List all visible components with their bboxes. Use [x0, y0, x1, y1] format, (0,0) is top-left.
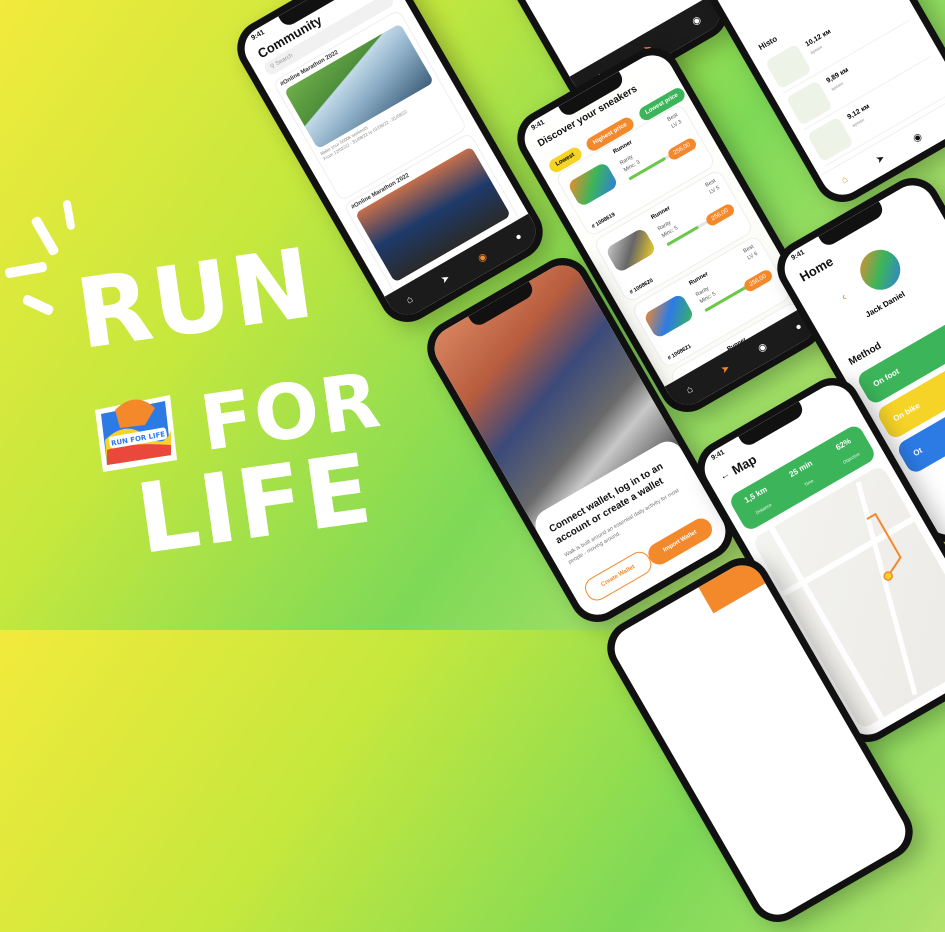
stat-time-value: 25 min — [787, 458, 814, 479]
price-button[interactable]: 256,00 — [703, 202, 737, 228]
stat-distance-value: 1,5 km — [742, 484, 769, 505]
import-wallet-button[interactable]: Import Wallet — [644, 514, 716, 569]
page-title: Home — [797, 253, 836, 285]
history-sub: время — [809, 44, 824, 56]
price-button[interactable]: 256,00 — [741, 268, 775, 294]
stat-time-label: Time — [803, 477, 815, 487]
status-time: 9:41 — [710, 448, 726, 462]
status-time: 9:41 — [790, 248, 806, 262]
sneaker-avatar — [852, 242, 908, 298]
status-time: 9:41 — [530, 118, 546, 132]
chevron-left-icon[interactable]: ‹ — [839, 290, 849, 304]
basketball-icon[interactable]: ◉ — [756, 341, 769, 355]
burst-ray — [62, 199, 76, 231]
create-wallet-button[interactable]: Create Wallet — [581, 547, 656, 605]
history-sub: время — [851, 117, 866, 129]
profile-icon[interactable]: ● — [793, 320, 804, 333]
sneaker-icon[interactable]: ➤ — [439, 272, 452, 286]
home-icon[interactable]: ⌂ — [839, 173, 850, 186]
stat-objective-label: Objective — [841, 450, 861, 465]
sneaker-id: # 1008621 — [666, 343, 693, 362]
user-name: Jack Daniel — [863, 289, 907, 320]
run-for-life-logo: RUN FOR LIFE — [95, 395, 177, 472]
sneaker-image — [566, 161, 619, 208]
sneaker-icon[interactable]: ➤ — [719, 362, 732, 376]
sneaker-id: # 1008620 — [628, 277, 655, 296]
header-accent — [698, 557, 766, 614]
sneaker-id: # 1008619 — [590, 211, 617, 231]
home-icon[interactable]: ⌂ — [404, 293, 415, 306]
burst-ray — [4, 261, 48, 279]
stat-objective-value: 62% — [833, 435, 853, 452]
home-icon[interactable]: ⌂ — [684, 383, 695, 396]
burst-ray — [21, 293, 55, 317]
sneaker-icon[interactable]: ➤ — [874, 152, 887, 166]
basketball-icon[interactable]: ◉ — [690, 14, 703, 28]
basketball-icon[interactable]: ◉ — [911, 131, 924, 145]
sneaker-image — [604, 227, 657, 274]
burst-ray — [30, 215, 60, 257]
profile-icon[interactable]: ● — [513, 230, 524, 243]
history-sub: время — [830, 80, 845, 92]
hero-title-run: RUN — [70, 226, 322, 371]
page-title: Map — [729, 451, 760, 478]
basketball-icon[interactable]: ◉ — [476, 251, 489, 265]
back-arrow-icon[interactable]: ← — [718, 468, 732, 483]
sneaker-image — [642, 292, 695, 340]
price-button[interactable]: 256,00 — [665, 136, 699, 162]
status-time: 9:41 — [250, 28, 266, 42]
stat-distance-label: Distance — [754, 501, 773, 515]
